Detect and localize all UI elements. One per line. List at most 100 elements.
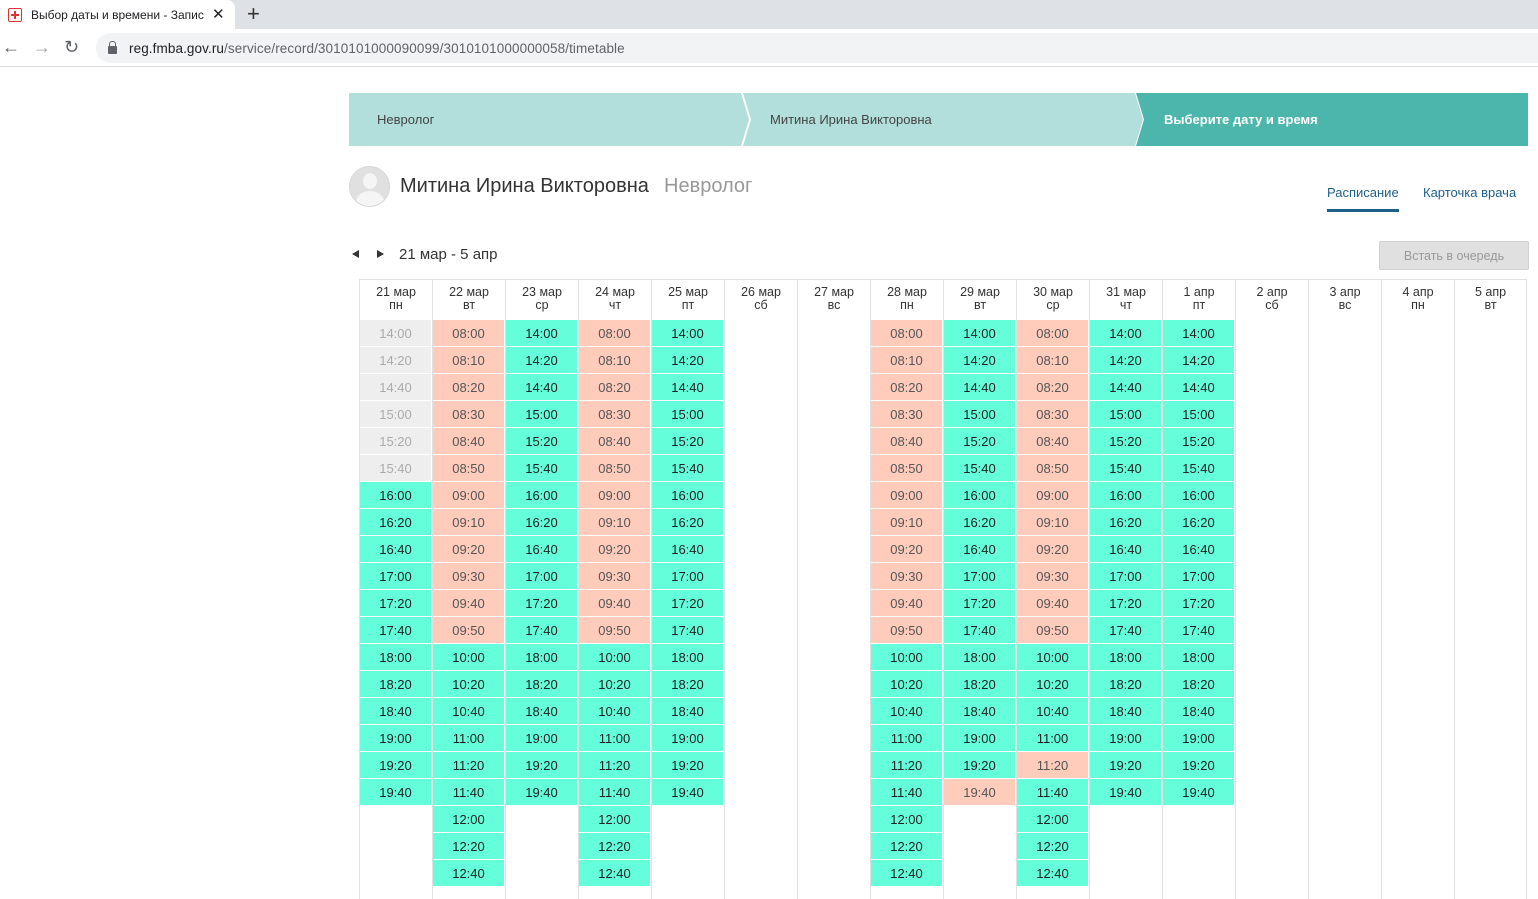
time-slot-free[interactable]: 18:00: [360, 644, 431, 671]
time-slot-free[interactable]: 12:40: [871, 860, 942, 887]
time-slot-free[interactable]: 15:00: [1163, 401, 1234, 428]
time-slot-free[interactable]: 14:40: [1163, 374, 1234, 401]
time-slot-free[interactable]: 18:40: [944, 698, 1015, 725]
time-slot-free[interactable]: 15:40: [1163, 455, 1234, 482]
time-slot-free[interactable]: 18:20: [360, 671, 431, 698]
time-slot-free[interactable]: 14:00: [506, 320, 577, 347]
time-slot-free[interactable]: 14:20: [944, 347, 1015, 374]
time-slot-free[interactable]: 14:20: [506, 347, 577, 374]
time-slot-free[interactable]: 17:20: [944, 590, 1015, 617]
time-slot-free[interactable]: 11:00: [433, 725, 504, 752]
time-slot-free[interactable]: 10:00: [579, 644, 650, 671]
time-slot-free[interactable]: 19:40: [1090, 779, 1161, 806]
tab-schedule[interactable]: Расписание: [1327, 185, 1399, 200]
time-slot-free[interactable]: 11:20: [579, 752, 650, 779]
time-slot-free[interactable]: 15:40: [1090, 455, 1161, 482]
forward-icon[interactable]: →: [33, 36, 51, 58]
time-slot-free[interactable]: 14:20: [1090, 347, 1161, 374]
time-slot-free[interactable]: 11:00: [1017, 725, 1088, 752]
time-slot-free[interactable]: 10:20: [1017, 671, 1088, 698]
time-slot-free[interactable]: 14:00: [944, 320, 1015, 347]
address-bar[interactable]: reg.fmba.gov.ru/service/record/301010100…: [96, 33, 1538, 63]
close-icon[interactable]: ✕: [212, 7, 225, 22]
time-slot-free[interactable]: 18:20: [1090, 671, 1161, 698]
time-slot-free[interactable]: 16:00: [360, 482, 431, 509]
time-slot-free[interactable]: 12:40: [579, 860, 650, 887]
time-slot-free[interactable]: 14:40: [506, 374, 577, 401]
time-slot-free[interactable]: 19:40: [1163, 779, 1234, 806]
time-slot-free[interactable]: 10:20: [579, 671, 650, 698]
time-slot-free[interactable]: 18:20: [652, 671, 723, 698]
time-slot-free[interactable]: 16:20: [1090, 509, 1161, 536]
time-slot-free[interactable]: 17:40: [506, 617, 577, 644]
time-slot-free[interactable]: 12:20: [871, 833, 942, 860]
time-slot-free[interactable]: 15:40: [652, 455, 723, 482]
time-slot-free[interactable]: 19:20: [944, 752, 1015, 779]
time-slot-free[interactable]: 18:20: [506, 671, 577, 698]
time-slot-free[interactable]: 19:40: [506, 779, 577, 806]
time-slot-free[interactable]: 19:40: [360, 779, 431, 806]
time-slot-free[interactable]: 17:00: [652, 563, 723, 590]
time-slot-free[interactable]: 17:20: [506, 590, 577, 617]
time-slot-free[interactable]: 11:40: [1017, 779, 1088, 806]
time-slot-free[interactable]: 12:20: [1017, 833, 1088, 860]
time-slot-free[interactable]: 12:20: [579, 833, 650, 860]
time-slot-free[interactable]: 18:20: [1163, 671, 1234, 698]
time-slot-free[interactable]: 18:40: [652, 698, 723, 725]
time-slot-free[interactable]: 17:40: [944, 617, 1015, 644]
next-week-icon[interactable]: [377, 250, 384, 258]
time-slot-free[interactable]: 19:00: [1163, 725, 1234, 752]
browser-tab[interactable]: Выбор даты и времени - Запис ✕: [0, 0, 235, 29]
breadcrumb-step-specialty[interactable]: Невролог: [349, 93, 749, 146]
time-slot-free[interactable]: 10:20: [871, 671, 942, 698]
time-slot-free[interactable]: 19:20: [1090, 752, 1161, 779]
time-slot-free[interactable]: 16:00: [506, 482, 577, 509]
time-slot-free[interactable]: 16:40: [360, 536, 431, 563]
time-slot-free[interactable]: 18:00: [506, 644, 577, 671]
time-slot-free[interactable]: 17:00: [360, 563, 431, 590]
tab-doctor-card[interactable]: Карточка врача: [1423, 185, 1516, 200]
time-slot-free[interactable]: 14:40: [652, 374, 723, 401]
time-slot-free[interactable]: 15:20: [652, 428, 723, 455]
time-slot-free[interactable]: 11:20: [433, 752, 504, 779]
time-slot-free[interactable]: 16:00: [1090, 482, 1161, 509]
time-slot-free[interactable]: 11:00: [871, 725, 942, 752]
time-slot-free[interactable]: 18:40: [1163, 698, 1234, 725]
time-slot-free[interactable]: 16:40: [652, 536, 723, 563]
time-slot-free[interactable]: 16:20: [652, 509, 723, 536]
time-slot-free[interactable]: 14:40: [944, 374, 1015, 401]
time-slot-free[interactable]: 15:20: [1090, 428, 1161, 455]
time-slot-free[interactable]: 10:00: [1017, 644, 1088, 671]
time-slot-free[interactable]: 17:40: [360, 617, 431, 644]
time-slot-free[interactable]: 19:00: [652, 725, 723, 752]
time-slot-free[interactable]: 10:40: [579, 698, 650, 725]
time-slot-free[interactable]: 12:40: [433, 860, 504, 887]
time-slot-free[interactable]: 17:20: [652, 590, 723, 617]
time-slot-free[interactable]: 19:20: [652, 752, 723, 779]
time-slot-free[interactable]: 11:20: [871, 752, 942, 779]
time-slot-free[interactable]: 11:40: [579, 779, 650, 806]
time-slot-free[interactable]: 17:40: [652, 617, 723, 644]
time-slot-free[interactable]: 15:40: [506, 455, 577, 482]
time-slot-free[interactable]: 19:00: [506, 725, 577, 752]
time-slot-free[interactable]: 11:00: [579, 725, 650, 752]
time-slot-free[interactable]: 11:40: [871, 779, 942, 806]
reload-icon[interactable]: ↻: [64, 36, 79, 58]
time-slot-free[interactable]: 12:00: [1017, 806, 1088, 833]
time-slot-free[interactable]: 14:00: [652, 320, 723, 347]
time-slot-free[interactable]: 14:00: [1163, 320, 1234, 347]
time-slot-free[interactable]: 16:20: [360, 509, 431, 536]
time-slot-free[interactable]: 18:00: [652, 644, 723, 671]
new-tab-icon[interactable]: +: [247, 2, 260, 26]
time-slot-free[interactable]: 15:20: [1163, 428, 1234, 455]
time-slot-free[interactable]: 18:00: [1090, 644, 1161, 671]
time-slot-free[interactable]: 18:40: [1090, 698, 1161, 725]
time-slot-free[interactable]: 15:00: [506, 401, 577, 428]
time-slot-free[interactable]: 18:40: [360, 698, 431, 725]
time-slot-free[interactable]: 17:00: [1090, 563, 1161, 590]
time-slot-free[interactable]: 12:00: [871, 806, 942, 833]
time-slot-free[interactable]: 18:40: [506, 698, 577, 725]
time-slot-free[interactable]: 19:20: [506, 752, 577, 779]
time-slot-free[interactable]: 14:40: [1090, 374, 1161, 401]
time-slot-free[interactable]: 16:00: [652, 482, 723, 509]
